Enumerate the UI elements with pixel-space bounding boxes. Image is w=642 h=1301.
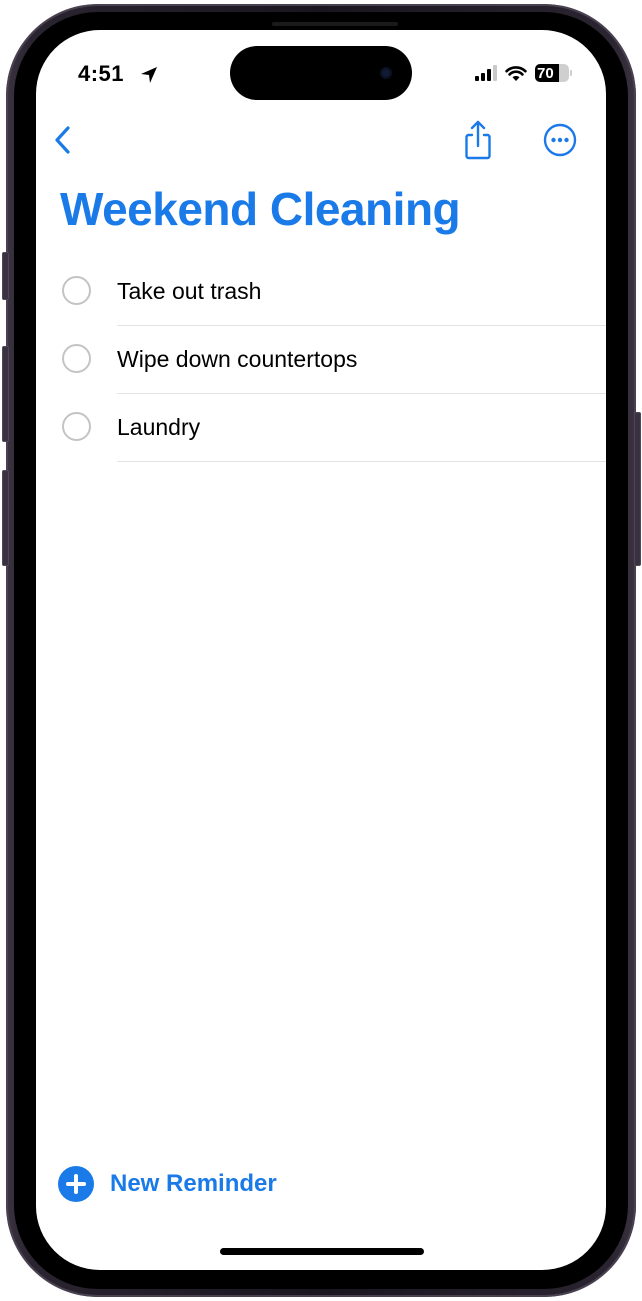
reminder-item[interactable]: Take out trash xyxy=(36,258,606,326)
battery-percent: 70 xyxy=(537,64,554,82)
volume-up-button xyxy=(2,346,9,442)
dynamic-island xyxy=(230,46,412,100)
list-title: Weekend Cleaning xyxy=(60,183,461,235)
separator xyxy=(117,461,606,462)
navigation-bar xyxy=(36,118,606,162)
speaker-grille xyxy=(272,22,398,26)
screen: 4:51 70 Weekend Cleaning Take out trash … xyxy=(36,30,606,1270)
reminders-list: Take out trash Wipe down countertops Lau… xyxy=(36,258,606,462)
share-button[interactable] xyxy=(460,118,496,162)
plus-circle-icon xyxy=(58,1166,94,1202)
cellular-signal-icon xyxy=(475,65,497,81)
status-time: 4:51 xyxy=(78,61,125,86)
reminder-title[interactable]: Take out trash xyxy=(117,278,261,305)
completion-checkbox[interactable] xyxy=(62,344,91,373)
reminder-title[interactable]: Laundry xyxy=(117,414,200,441)
home-indicator[interactable] xyxy=(220,1248,424,1255)
battery-tip xyxy=(570,70,572,76)
back-button[interactable] xyxy=(48,122,78,158)
completion-checkbox[interactable] xyxy=(62,412,91,441)
more-options-button[interactable] xyxy=(542,122,578,158)
reminder-item[interactable]: Laundry xyxy=(36,394,606,462)
reminder-title[interactable]: Wipe down countertops xyxy=(117,346,357,373)
location-arrow-icon xyxy=(141,67,157,83)
wifi-icon xyxy=(505,65,527,81)
battery-icon: 70 xyxy=(535,64,569,82)
reminder-item[interactable]: Wipe down countertops xyxy=(36,326,606,394)
new-reminder-label: New Reminder xyxy=(110,1170,277,1197)
action-button xyxy=(2,252,9,300)
power-button xyxy=(634,412,641,566)
completion-checkbox[interactable] xyxy=(62,276,91,305)
volume-down-button xyxy=(2,470,9,566)
camera-icon xyxy=(380,67,392,79)
new-reminder-button[interactable]: New Reminder xyxy=(58,1166,277,1202)
status-indicators: 70 xyxy=(475,64,572,82)
